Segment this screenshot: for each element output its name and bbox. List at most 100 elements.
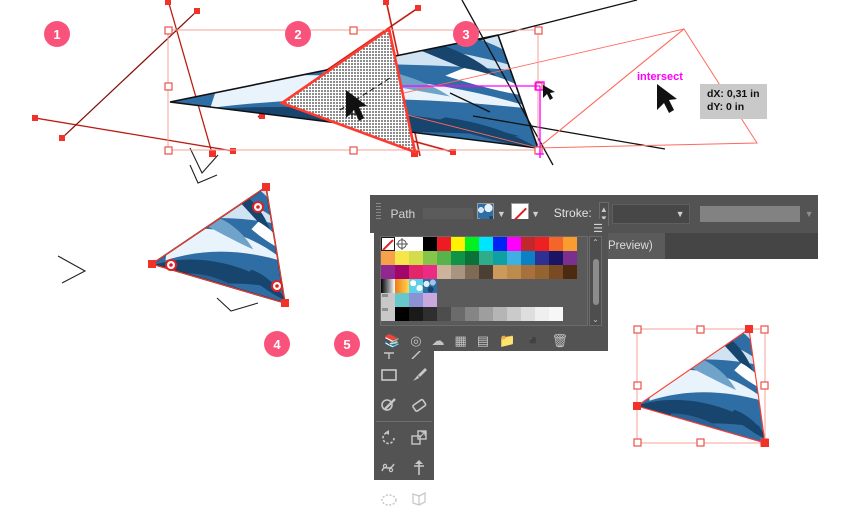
swatch-color[interactable] [451, 237, 465, 251]
swatch-color[interactable] [521, 237, 535, 251]
swatch-color[interactable] [535, 307, 549, 321]
stepper-up-icon[interactable]: ▲ [600, 205, 608, 214]
swatch-color[interactable] [479, 237, 493, 251]
swatch-color[interactable] [507, 237, 521, 251]
swatch-color[interactable] [535, 265, 549, 279]
step-badge-2: 2 [285, 21, 311, 47]
swatch-color[interactable] [521, 307, 535, 321]
swatch-color[interactable] [493, 265, 507, 279]
stroke-weight-value[interactable] [613, 205, 671, 223]
swatch-color[interactable] [465, 237, 479, 251]
scroll-up-icon[interactable]: ⌃ [590, 237, 601, 248]
swatches-scrollbar[interactable]: ⌃ ⌄ [589, 236, 602, 326]
scale-tool[interactable] [404, 423, 434, 453]
swatch-color[interactable] [451, 307, 465, 321]
new-color-group-icon[interactable]: 📁 [499, 334, 515, 347]
swatch-pattern-b[interactable] [423, 279, 437, 293]
swatch-color-group[interactable] [381, 307, 395, 321]
swatch-color[interactable] [423, 237, 437, 251]
swatch-none[interactable] [381, 237, 395, 251]
stroke-weight-combo[interactable]: ▼ [612, 204, 691, 224]
swatch-color[interactable] [521, 265, 535, 279]
swatch-pattern-a[interactable] [409, 279, 423, 293]
swatch-color[interactable] [423, 307, 437, 321]
swatches-panel: ☰ ⌃ ⌄ 📚 ◎ ☁ ▦ ▤ 📁 ◾ 🗑 [374, 219, 608, 351]
delete-swatch-icon[interactable]: 🗑 [552, 334, 569, 347]
swatch-color[interactable] [437, 265, 451, 279]
new-swatch-icon[interactable]: ◾ [525, 334, 541, 347]
swatch-color[interactable] [395, 293, 409, 307]
swatch-color[interactable] [507, 251, 521, 265]
swatch-color[interactable] [549, 307, 563, 321]
shape-builder-tool[interactable] [374, 390, 404, 420]
swatch-row [381, 237, 587, 251]
swatch-color[interactable] [465, 307, 479, 321]
swatch-color[interactable] [465, 265, 479, 279]
swatch-color[interactable] [451, 265, 465, 279]
illustrator-panel-cluster: (RGB/Preview) Path ▼ ▼ Stroke: ▲ ▼ ▼ ▼ ☰… [370, 195, 818, 506]
eraser-tool[interactable] [404, 390, 434, 420]
swatch-color[interactable] [437, 237, 451, 251]
swatch-color[interactable] [535, 251, 549, 265]
stroke-profile-combo[interactable]: ▼ [700, 204, 818, 224]
swatch-color[interactable] [549, 251, 563, 265]
scroll-down-icon[interactable]: ⌄ [590, 314, 601, 325]
swatch-color[interactable] [395, 265, 409, 279]
swatch-registration[interactable] [395, 237, 409, 251]
swatch-color[interactable] [521, 251, 535, 265]
swatch-color[interactable] [549, 237, 563, 251]
show-list-icon[interactable]: ▤ [477, 334, 489, 347]
stroke-profile-value[interactable] [700, 206, 801, 222]
swatch-color-group[interactable] [381, 293, 395, 307]
swatch-color[interactable] [409, 293, 423, 307]
width-tool[interactable] [374, 453, 404, 483]
swatch-color[interactable] [423, 251, 437, 265]
swatch-color[interactable] [493, 237, 507, 251]
stroke-weight-chevron-down-icon[interactable]: ▼ [671, 205, 689, 224]
swatch-color[interactable] [563, 251, 577, 265]
swatch-color[interactable] [535, 237, 549, 251]
swatch-color[interactable] [465, 251, 479, 265]
swatches-grid[interactable] [380, 236, 588, 326]
swatch-color[interactable] [493, 251, 507, 265]
swatch-color[interactable] [493, 307, 507, 321]
swatch-color[interactable] [395, 307, 409, 321]
rotate-tool[interactable] [374, 423, 404, 453]
gradient-tool[interactable] [374, 483, 404, 513]
perspective-grid-tool[interactable] [404, 483, 434, 513]
swatch-color[interactable] [563, 265, 577, 279]
swatch-color[interactable] [507, 265, 521, 279]
swatch-gradient-bw[interactable] [381, 279, 395, 293]
swatch-color[interactable] [409, 251, 423, 265]
free-transform-tool[interactable] [404, 453, 434, 483]
swatch-libraries-icon[interactable]: 📚 [384, 334, 400, 347]
swatch-color[interactable] [549, 265, 563, 279]
panel-menu-icon[interactable]: ☰ [593, 222, 603, 235]
swatch-color[interactable] [409, 237, 423, 251]
swatch-color[interactable] [423, 265, 437, 279]
stroke-profile-chevron-down-icon[interactable]: ▼ [800, 205, 818, 224]
swatch-gradient-orange[interactable] [395, 279, 409, 293]
add-to-library-icon[interactable]: ☁ [432, 334, 445, 347]
swatch-color[interactable] [409, 265, 423, 279]
swatch-color[interactable] [507, 307, 521, 321]
paintbrush-tool[interactable] [404, 360, 434, 390]
swatch-color[interactable] [451, 251, 465, 265]
swatch-color[interactable] [563, 237, 577, 251]
swatch-color[interactable] [409, 307, 423, 321]
rectangle-tool[interactable] [374, 360, 404, 390]
swatch-color[interactable] [437, 251, 451, 265]
tools-grid [374, 351, 434, 513]
color-guide-icon[interactable]: ◎ [410, 334, 421, 347]
swatch-row [381, 307, 587, 321]
swatch-options-icon[interactable]: ▦ [455, 334, 467, 347]
swatch-color[interactable] [437, 307, 451, 321]
swatch-color[interactable] [381, 265, 395, 279]
scrollbar-thumb[interactable] [593, 259, 599, 305]
swatch-color[interactable] [479, 251, 493, 265]
swatch-color[interactable] [479, 265, 493, 279]
swatch-color[interactable] [423, 293, 437, 307]
swatch-color[interactable] [479, 307, 493, 321]
swatch-color[interactable] [395, 251, 409, 265]
swatch-color[interactable] [381, 251, 395, 265]
